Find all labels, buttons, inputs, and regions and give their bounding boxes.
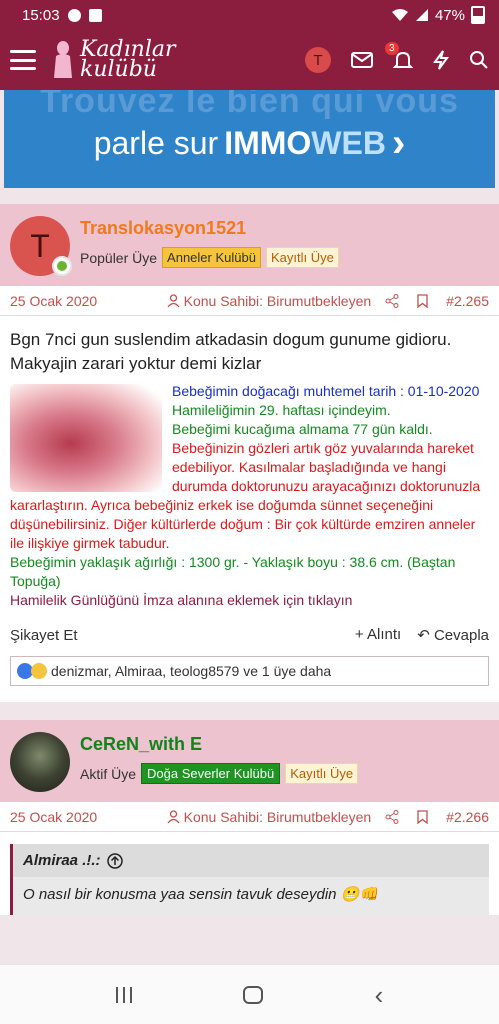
wifi-icon xyxy=(391,9,408,21)
avatar-initial: T xyxy=(30,227,50,264)
share-icon[interactable] xyxy=(385,293,399,308)
laugh-reaction-icon xyxy=(31,663,47,679)
lightning-icon[interactable] xyxy=(433,50,449,70)
quote-label: Alıntı xyxy=(367,626,402,643)
reactions-list: denizmar, Almiraa, teolog8579 ve 1 üye d… xyxy=(51,663,332,679)
quote-text: O nasıl bir konusma yaa sensin tavuk des… xyxy=(23,886,379,903)
post-number[interactable]: #2.265 xyxy=(446,293,489,309)
reactions-bar[interactable]: denizmar, Almiraa, teolog8579 ve 1 üye d… xyxy=(10,656,489,686)
user-role: Aktif Üye xyxy=(80,765,137,782)
sig-link[interactable]: Hamilelik Günlüğünü İmza alanına eklemek… xyxy=(10,591,489,610)
menu-icon[interactable] xyxy=(10,50,36,70)
post-2265: T Translokasyon1521 Popüler Üye Anneler … xyxy=(0,204,499,702)
post-user-block: T Translokasyon1521 Popüler Üye Anneler … xyxy=(0,204,499,286)
post-meta: 25 Ocak 2020 Konu Sahibi: Birumutbekleye… xyxy=(0,802,499,832)
bookmark-icon[interactable] xyxy=(417,293,428,308)
status-time: 15:03 xyxy=(22,6,60,24)
recent-apps-icon[interactable] xyxy=(115,986,132,1003)
online-status-icon xyxy=(52,256,72,276)
logo-line-2: kulübü xyxy=(80,57,157,82)
quote-header[interactable]: Almiraa .!.: xyxy=(13,844,489,877)
post-body: Bgn 7nci gun suslendim atkadasin dogum g… xyxy=(0,316,499,614)
status-bar: 15:03 47% xyxy=(0,0,499,30)
ad-top-text: Trouvez le bien qui vous xyxy=(40,90,459,120)
username[interactable]: Translokasyon1521 xyxy=(80,218,339,239)
member-badge: Kayıtlı Üye xyxy=(285,763,359,784)
post-actions: Şikayet Et + Alıntı ↶ Cevapla xyxy=(0,614,499,652)
user-role: Popüler Üye xyxy=(80,249,158,266)
user-avatar-button[interactable]: T xyxy=(305,47,331,73)
post-number[interactable]: #2.266 xyxy=(446,809,489,825)
quote-button[interactable]: + Alıntı xyxy=(355,626,401,644)
report-button[interactable]: Şikayet Et xyxy=(10,627,78,644)
battery-icon xyxy=(471,6,485,24)
thread-owner-label: Konu Sahibi: Birumutbekleyen xyxy=(183,292,372,309)
ad-brand-2: WEB xyxy=(311,125,386,161)
thread-owner-label: Konu Sahibi: Birumutbekleyen xyxy=(183,808,372,825)
fetus-image xyxy=(10,384,162,492)
search-icon[interactable] xyxy=(469,50,489,70)
reply-label: Cevapla xyxy=(433,627,489,644)
ad-main-text: parle sur xyxy=(93,125,219,161)
bookmark-icon[interactable] xyxy=(417,809,428,824)
avatar[interactable]: T xyxy=(10,216,72,276)
battery-percent: 47% xyxy=(434,6,465,24)
share-icon[interactable] xyxy=(385,809,399,824)
quote-block: Almiraa .!.: O nasıl bir konusma yaa sen… xyxy=(10,844,489,915)
post-2266: CeReN_with E Aktif Üye Doğa Severler Kul… xyxy=(0,720,499,915)
signal-icon xyxy=(415,9,428,21)
ad-brand-1: IMMO xyxy=(224,125,312,161)
system-nav-bar: ‹ xyxy=(0,964,499,1024)
facebook-icon xyxy=(67,8,81,22)
reply-button[interactable]: ↶ Cevapla xyxy=(417,626,489,644)
club-badge: Doğa Severler Kulübü xyxy=(141,763,281,784)
ad-arrow-icon: › xyxy=(391,121,406,165)
post-date[interactable]: 25 Ocak 2020 xyxy=(10,809,97,825)
thread-owner: Konu Sahibi: Birumutbekleyen xyxy=(167,292,372,309)
club-badge: Anneler Kulübü xyxy=(162,247,261,268)
notification-count: 3 xyxy=(385,42,399,55)
username[interactable]: CeReN_with E xyxy=(80,734,358,755)
member-badge: Kayıtlı Üye xyxy=(265,247,339,268)
avatar[interactable] xyxy=(10,732,70,792)
gallery-icon xyxy=(88,8,102,22)
quote-author: Almiraa .!.: xyxy=(23,852,101,869)
logo-figure-icon xyxy=(54,41,72,78)
pregnancy-signature: Bebeğimin doğacağı muhtemel tarih : 01-1… xyxy=(10,382,489,610)
thread-owner: Konu Sahibi: Birumutbekleyen xyxy=(167,808,372,825)
post-meta: 25 Ocak 2020 Konu Sahibi: Birumutbekleye… xyxy=(0,286,499,316)
ad-banner[interactable]: Trouvez le bien qui vous parle sur IMMO W… xyxy=(4,90,495,188)
back-icon[interactable]: ‹ xyxy=(375,982,384,1008)
user-icon xyxy=(167,293,180,307)
post-date[interactable]: 25 Ocak 2020 xyxy=(10,293,97,309)
post-user-block: CeReN_with E Aktif Üye Doğa Severler Kul… xyxy=(0,720,499,802)
user-icon xyxy=(167,809,180,823)
bell-icon[interactable]: 3 xyxy=(385,42,413,70)
arrow-up-circle-icon[interactable] xyxy=(106,852,123,869)
sig-size: Bebeğimin yaklaşık ağırlığı : 1300 gr. -… xyxy=(10,554,456,589)
post-text: Bgn 7nci gun suslendim atkadasin dogum g… xyxy=(10,330,452,373)
site-logo[interactable]: Kadınlar kulübü xyxy=(50,39,176,82)
app-header: Kadınlar kulübü T 3 xyxy=(0,30,499,90)
home-icon[interactable] xyxy=(243,985,264,1004)
mail-icon[interactable] xyxy=(351,52,373,68)
